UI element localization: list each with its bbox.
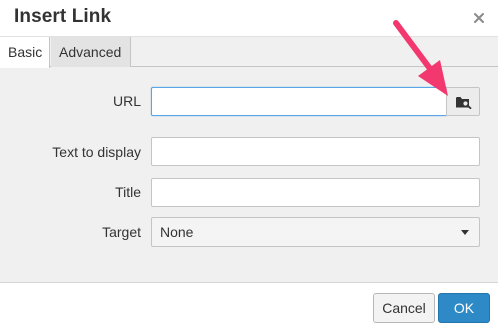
cancel-button[interactable]: Cancel [373, 293, 435, 323]
title-input[interactable] [151, 178, 480, 207]
tab-basic[interactable]: Basic [0, 37, 50, 68]
browse-button[interactable] [446, 87, 480, 116]
chevron-down-icon [461, 230, 469, 235]
tab-bar: Basic Advanced [0, 37, 498, 68]
title-label: Title [115, 184, 141, 200]
tab-advanced[interactable]: Advanced [51, 37, 131, 67]
close-icon[interactable] [472, 11, 486, 25]
target-select[interactable]: None [151, 217, 480, 247]
dialog-title: Insert Link [14, 6, 112, 27]
dialog-footer: Cancel OK [0, 282, 498, 328]
target-select-value: None [160, 224, 194, 240]
dialog-body: Basic Advanced URL Text to display Title… [0, 37, 498, 282]
ok-button[interactable]: OK [438, 293, 490, 323]
insert-link-dialog: Insert Link Basic Advanced URL Text to d… [0, 0, 498, 328]
url-input[interactable] [151, 87, 447, 116]
dialog-titlebar: Insert Link [0, 0, 498, 37]
text-to-display-input[interactable] [151, 137, 480, 166]
url-label: URL [112, 93, 141, 109]
target-label: Target [102, 224, 141, 240]
text-to-display-label: Text to display [52, 144, 141, 160]
